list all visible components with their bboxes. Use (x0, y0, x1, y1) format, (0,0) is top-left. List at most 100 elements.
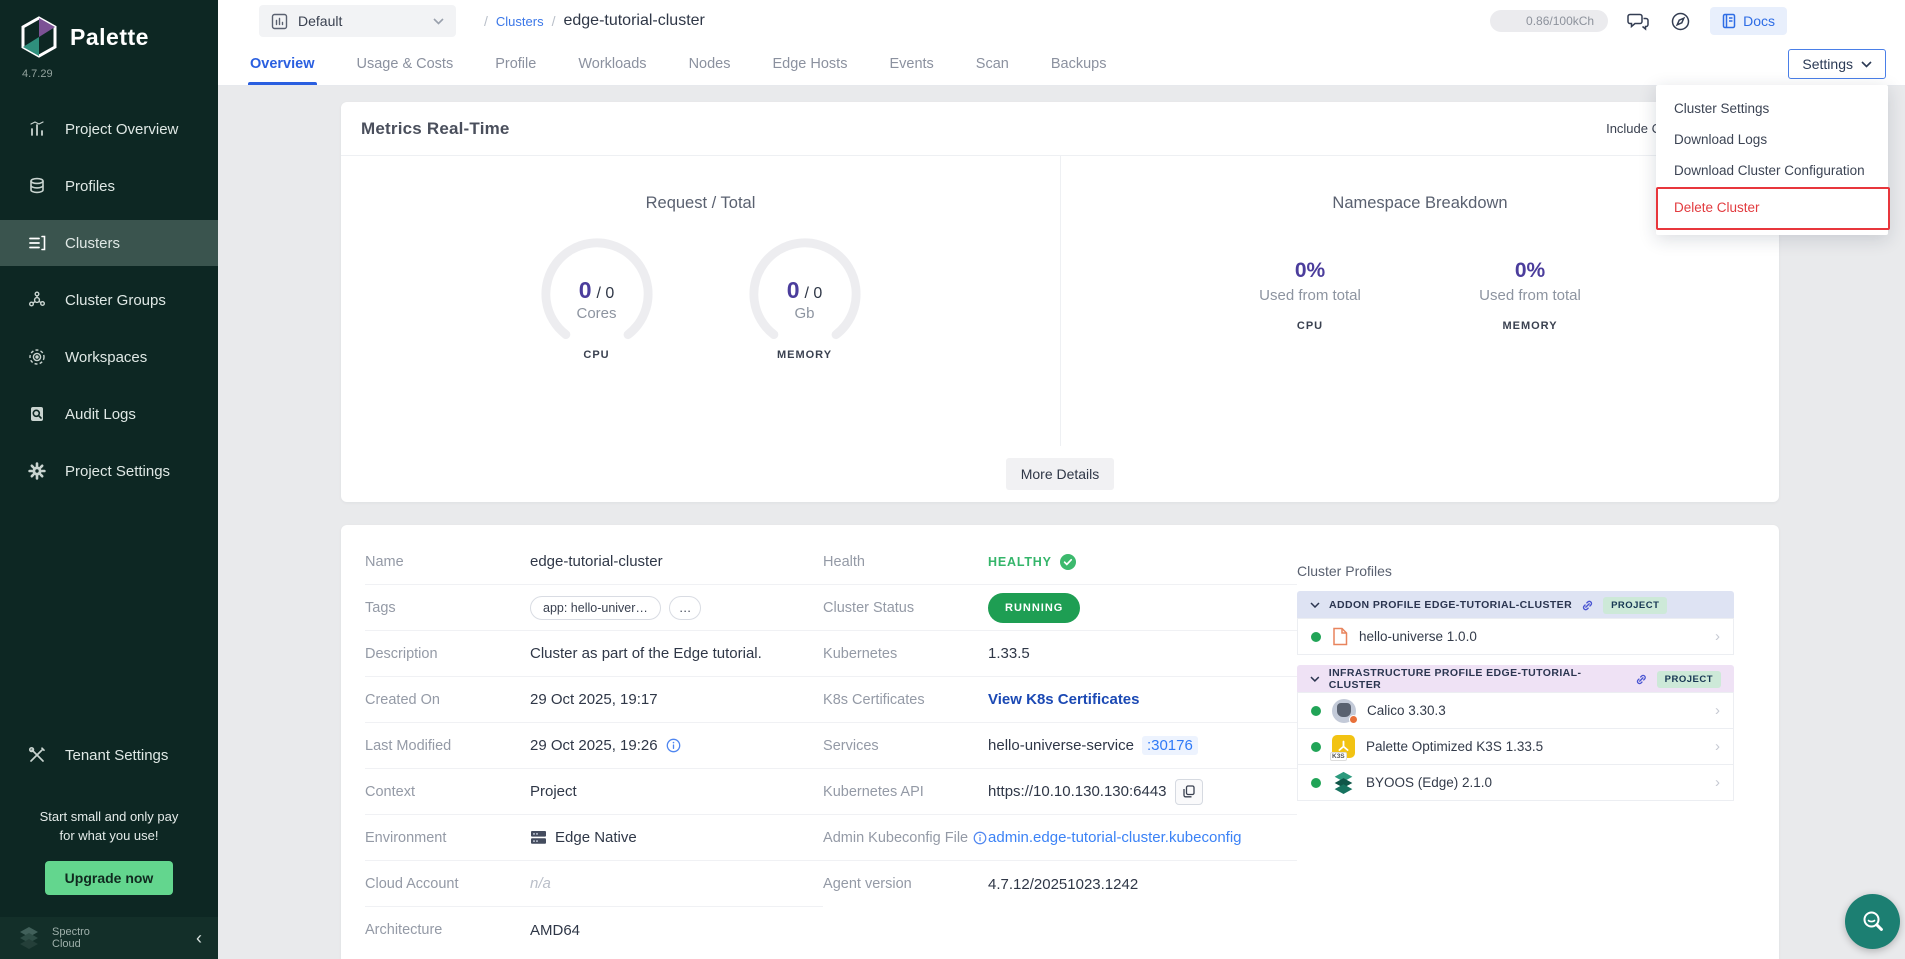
chat-icon[interactable] (1626, 9, 1650, 33)
chevron-down-icon (1861, 61, 1872, 68)
cpu-caption: CPU (538, 349, 656, 361)
tab-backups[interactable]: Backups (1049, 42, 1109, 85)
tab-profile[interactable]: Profile (493, 42, 538, 85)
sidebar-item-project-overview[interactable]: Project Overview (0, 106, 218, 152)
doc-search-icon (26, 403, 48, 425)
field-label: Description (365, 646, 530, 662)
chevron-down-icon (1310, 602, 1320, 608)
sidebar-item-project-settings[interactable]: Project Settings (0, 448, 218, 494)
chevron-right-icon: › (1715, 628, 1720, 645)
field-label: Kubernetes (823, 646, 988, 662)
context-value: Project (530, 783, 577, 800)
addon-profile-header[interactable]: ADDON PROFILE EDGE-TUTORIAL-CLUSTER PROJ… (1297, 591, 1734, 619)
more-details-button[interactable]: More Details (1006, 458, 1115, 490)
tag-pill: app: hello-univer… (530, 596, 661, 620)
upgrade-now-button[interactable]: Upgrade now (45, 861, 174, 895)
field-label: Cloud Account (365, 876, 530, 892)
cpu-gauge: 0/ 0 Cores CPU (538, 235, 656, 361)
sidebar-item-clusters[interactable]: Clusters (0, 220, 218, 266)
copy-button[interactable] (1175, 779, 1203, 805)
tab-events[interactable]: Events (887, 42, 935, 85)
info-icon[interactable] (973, 831, 987, 845)
service-port-link[interactable]: :30176 (1142, 736, 1198, 755)
memory-gauge: 0/ 0 Gb MEMORY (746, 235, 864, 361)
tab-edge-hosts[interactable]: Edge Hosts (770, 42, 849, 85)
chevron-down-icon (433, 18, 444, 25)
metrics-title: Metrics Real-Time (361, 119, 510, 139)
profile-layer-calico[interactable]: Calico 3.30.3 › (1297, 692, 1734, 729)
health-status: HEALTHY (988, 555, 1052, 569)
k3s-logo-text: K3S (1330, 752, 1347, 761)
namespace-cpu-stat: 0% Used from total CPU (1235, 259, 1385, 332)
sidebar-item-label: Project Overview (65, 121, 178, 138)
field-label: Context (365, 784, 530, 800)
infrastructure-profile-header[interactable]: INFRASTRUCTURE PROFILE EDGE-TUTORIAL-CLU… (1297, 665, 1734, 693)
status-dot (1311, 742, 1321, 752)
kubeconfig-download-link[interactable]: admin.edge-tutorial-cluster.kubeconfig (988, 829, 1241, 846)
bar-chart-icon (26, 118, 48, 140)
edge-native-icon (530, 830, 547, 845)
project-selector[interactable]: Default (259, 5, 456, 37)
namespace-breakdown-title: Namespace Breakdown (1332, 194, 1507, 213)
cluster-name-value: edge-tutorial-cluster (530, 553, 663, 570)
memory-stat-label: MEMORY (1455, 320, 1605, 332)
field-label: Tags (365, 600, 530, 616)
field-label: K8s Certificates (823, 692, 988, 708)
tab-usage-costs[interactable]: Usage & Costs (355, 42, 456, 85)
tab-workloads[interactable]: Workloads (576, 42, 648, 85)
tab-scan[interactable]: Scan (974, 42, 1011, 85)
created-on-value: 29 Oct 2025, 19:17 (530, 691, 658, 708)
tag-more-pill[interactable]: … (669, 596, 702, 620)
request-total-title: Request / Total (646, 194, 756, 213)
profile-layer-byoos[interactable]: BYOOS (Edge) 2.1.0 › (1297, 764, 1734, 801)
sidebar-item-workspaces[interactable]: Workspaces (0, 334, 218, 380)
menu-item-download-cluster-configuration[interactable]: Download Cluster Configuration (1656, 155, 1888, 186)
field-label: Created On (365, 692, 530, 708)
info-icon[interactable] (666, 738, 681, 753)
upgrade-promo: Start small and only pay for what you us… (0, 807, 218, 845)
addon-profile-block: ADDON PROFILE EDGE-TUTORIAL-CLUSTER PROJ… (1297, 591, 1734, 655)
menu-item-delete-cluster[interactable]: Delete Cluster (1656, 192, 1888, 223)
tools-icon (26, 744, 48, 766)
breadcrumb-separator: / (552, 13, 556, 29)
field-label: Architecture (365, 922, 530, 938)
view-certificates-link[interactable]: View K8s Certificates (988, 691, 1139, 708)
clusters-icon (26, 232, 48, 254)
docs-button[interactable]: Docs (1710, 7, 1787, 35)
tab-nodes[interactable]: Nodes (687, 42, 733, 85)
layer-name: BYOOS (Edge) 2.1.0 (1366, 775, 1492, 790)
sidebar-item-audit-logs[interactable]: Audit Logs (0, 391, 218, 437)
menu-item-cluster-settings[interactable]: Cluster Settings (1656, 93, 1888, 124)
metrics-card: Metrics Real-Time Include C Request / To… (341, 102, 1779, 502)
help-search-fab[interactable] (1845, 894, 1900, 949)
detail-row-environment: Environment Edge Native (365, 815, 823, 861)
compass-icon[interactable] (1668, 9, 1692, 33)
sidebar-item-cluster-groups[interactable]: Cluster Groups (0, 277, 218, 323)
breadcrumb: / Clusters / edge-tutorial-cluster (484, 12, 705, 30)
sidebar-item-label: Tenant Settings (65, 747, 168, 764)
sidebar-item-profiles[interactable]: Profiles (0, 163, 218, 209)
tab-overview[interactable]: Overview (248, 42, 317, 85)
memory-percent-caption: Used from total (1455, 287, 1605, 304)
detail-row-created-on: Created On 29 Oct 2025, 19:17 (365, 677, 823, 723)
field-label: Cluster Status (823, 600, 988, 616)
infrastructure-profile-block: INFRASTRUCTURE PROFILE EDGE-TUTORIAL-CLU… (1297, 665, 1734, 801)
architecture-value: AMD64 (530, 922, 580, 939)
collapse-sidebar-icon[interactable]: ‹ (196, 928, 202, 949)
request-total-panel: Request / Total 0/ 0 Cores CPU (341, 156, 1060, 446)
breadcrumb-clusters-link[interactable]: Clusters (496, 14, 544, 29)
profile-layer-k3s[interactable]: K3S Palette Optimized K3S 1.33.5 › (1297, 728, 1734, 765)
brand-name: Palette (70, 24, 149, 51)
sidebar-item-label: Clusters (65, 235, 120, 252)
profile-layer-hello-universe[interactable]: hello-universe 1.0.0 › (1297, 618, 1734, 655)
detail-row-health: Health HEALTHY (823, 539, 1297, 585)
nodes-icon (26, 289, 48, 311)
menu-item-download-logs[interactable]: Download Logs (1656, 124, 1888, 155)
addon-profile-name: ADDON PROFILE EDGE-TUTORIAL-CLUSTER (1329, 599, 1572, 611)
sidebar-item-tenant-settings[interactable]: Tenant Settings (0, 732, 218, 778)
settings-button[interactable]: Settings (1788, 49, 1886, 79)
calico-logo (1332, 699, 1356, 723)
copy-icon (1183, 785, 1195, 798)
details-middle-column: Health HEALTHY Cluster Status RUNNING Ku… (823, 539, 1297, 959)
main-area: Default / Clusters / edge-tutorial-clust… (218, 0, 1905, 959)
